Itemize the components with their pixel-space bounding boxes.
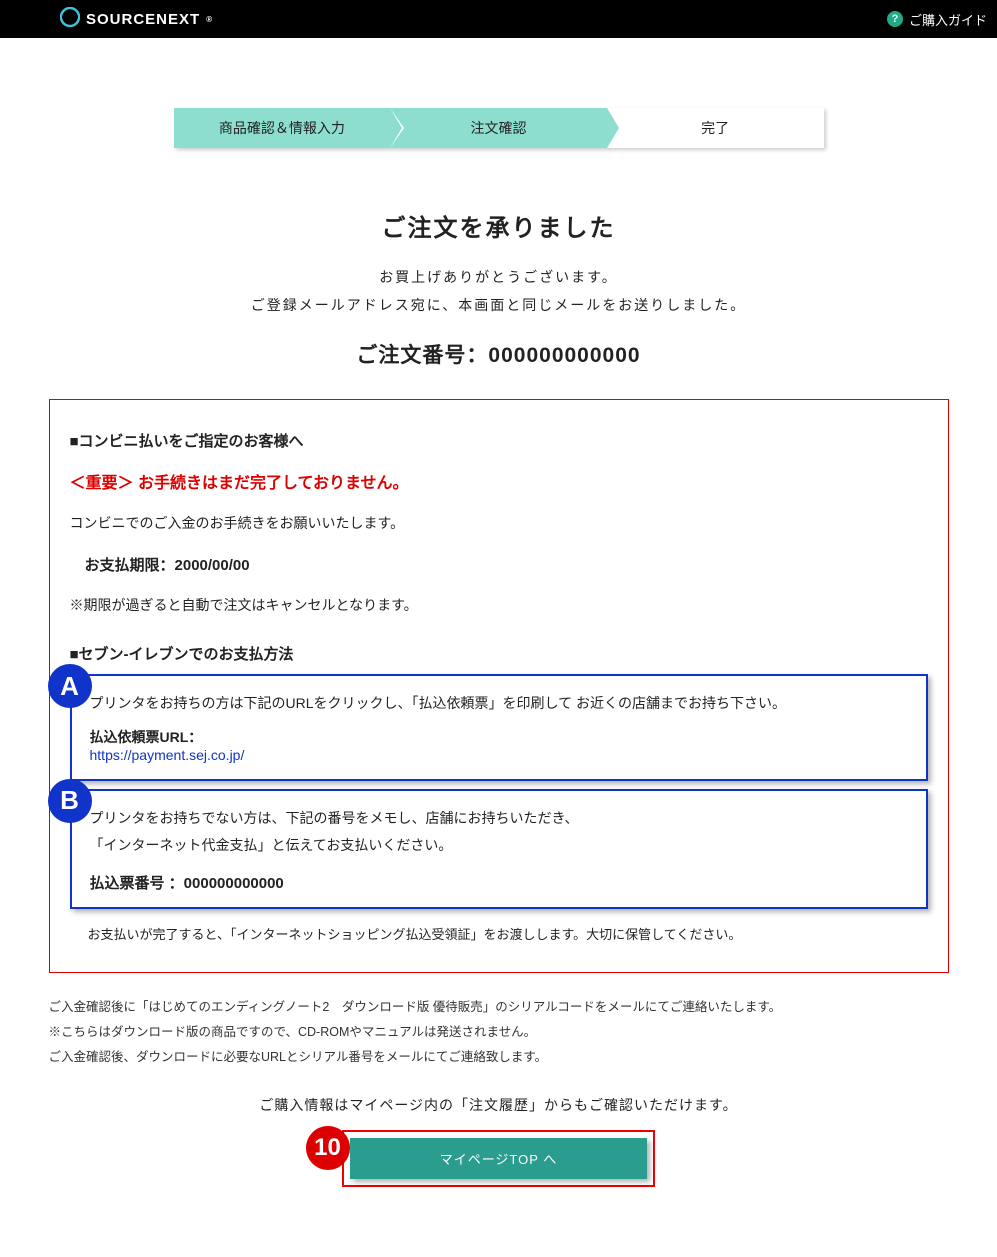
option-b-box: プリンタをお持ちでない方は、下記の番号をメモし、店舗にお持ちいただき、 「インタ…: [70, 789, 928, 909]
after-payment-text: お支払いが完了すると、「インターネットショッピング払込受領証」をお渡しします。大…: [70, 923, 928, 946]
option-a-box: プリンタをお持ちの方は下記のURLをクリックし、「払込依頼票」を印刷して お近く…: [70, 674, 928, 781]
guide-label: ご購入ガイド: [909, 10, 987, 29]
logo-icon: [60, 7, 80, 31]
thank-you-text: お買上げありがとうございます。 ご登録メールアドレス宛に、本画面と同じメールをお…: [49, 263, 949, 319]
notice-body-1: コンビニでのご入金のお手続きをお願いいたします。: [70, 511, 928, 536]
deadline-label: お支払期限：: [85, 557, 175, 574]
page-title: ご注文を承りました: [49, 208, 949, 243]
main-content: ご注文を承りました お買上げありがとうございます。 ご登録メールアドレス宛に、本…: [49, 148, 949, 1257]
footer-notes: ご入金確認後に「はじめてのエンディングノート2 ダウンロード版 優待販売」のシリ…: [49, 995, 969, 1070]
payment-deadline: お支払期限：2000/00/00: [85, 554, 928, 575]
brand-text: SOURCENEXT: [86, 11, 200, 28]
footer-note-1: ご入金確認後に「はじめてのエンディングノート2 ダウンロード版 優待販売」のシリ…: [49, 995, 969, 1020]
option-b-line-2: 「インターネット代金支払」と伝えてお支払いください。: [90, 832, 908, 859]
option-b-wrap: B プリンタをお持ちでない方は、下記の番号をメモし、店舗にお持ちいただき、 「イ…: [70, 789, 928, 909]
payment-url-link[interactable]: https://payment.sej.co.jp/: [90, 747, 245, 763]
bullet-b: B: [48, 779, 92, 823]
slip-label: 払込票番号 ：: [90, 875, 184, 892]
footer-note-3: ご入金確認後、ダウンロードに必要なURLとシリアル番号をメールにてご連絡致します…: [49, 1045, 969, 1070]
option-a-text: プリンタをお持ちの方は下記のURLをクリックし、「払込依頼票」を印刷して お近く…: [90, 690, 908, 717]
progress-step-1: 商品確認＆情報入力: [174, 108, 391, 148]
global-header: SOURCENEXT® ? ご購入ガイド: [0, 0, 997, 38]
option-a-wrap: A プリンタをお持ちの方は下記のURLをクリックし、「払込依頼票」を印刷して お…: [70, 674, 928, 781]
mypage-top-button[interactable]: マイページTOP へ: [350, 1138, 648, 1179]
help-icon: ?: [887, 11, 903, 27]
checkout-progress: 商品確認＆情報入力 注文確認 完了: [174, 108, 824, 148]
deadline-value: 2000/00/00: [175, 557, 250, 574]
notice-body-2: ※期限が過ぎると自動で注文はキャンセルとなります。: [70, 593, 928, 618]
order-number-value: 000000000000: [488, 344, 640, 367]
thanks-line-2: ご登録メールアドレス宛に、本画面と同じメールをお送りしました。: [49, 291, 949, 319]
step-10-bullet: 10: [306, 1126, 350, 1170]
payment-notice-box: ■コンビニ払いをご指定のお客様へ ＜重要＞ お手続きはまだ完了しておりません。 …: [49, 399, 949, 973]
progress-step-3: 完了: [607, 108, 824, 148]
mypage-note: ご購入情報はマイページ内の「注文履歴」からもご確認いただけます。: [49, 1095, 949, 1115]
thanks-line-1: お買上げありがとうございます。: [49, 263, 949, 291]
slip-value: 000000000000: [184, 875, 284, 892]
order-number-label: ご注文番号：: [356, 344, 488, 367]
option-b-line-1: プリンタをお持ちでない方は、下記の番号をメモし、店舗にお持ちいただき、: [90, 805, 908, 832]
brand-logo[interactable]: SOURCENEXT®: [60, 7, 213, 31]
seven-eleven-heading: ■セブン-イレブンでのお支払方法: [70, 643, 928, 664]
convenience-heading: ■コンビニ払いをご指定のお客様へ: [70, 430, 928, 451]
purchase-guide-link[interactable]: ? ご購入ガイド: [887, 10, 987, 29]
progress-step-2: 注文確認: [390, 108, 607, 148]
button-wrap: 10 マイページTOP へ: [49, 1130, 949, 1187]
url-label: 払込依頼票URL：: [90, 727, 908, 747]
button-highlight-border: マイページTOP へ: [342, 1130, 656, 1187]
bullet-a: A: [48, 664, 92, 708]
footer-note-2: ※こちらはダウンロード版の商品ですので、CD-ROMやマニュアルは発送されません…: [49, 1020, 969, 1045]
important-warning: ＜重要＞ お手続きはまだ完了しておりません。: [70, 469, 928, 493]
order-number: ご注文番号：000000000000: [49, 339, 949, 369]
slip-number: 払込票番号 ：000000000000: [90, 872, 908, 893]
